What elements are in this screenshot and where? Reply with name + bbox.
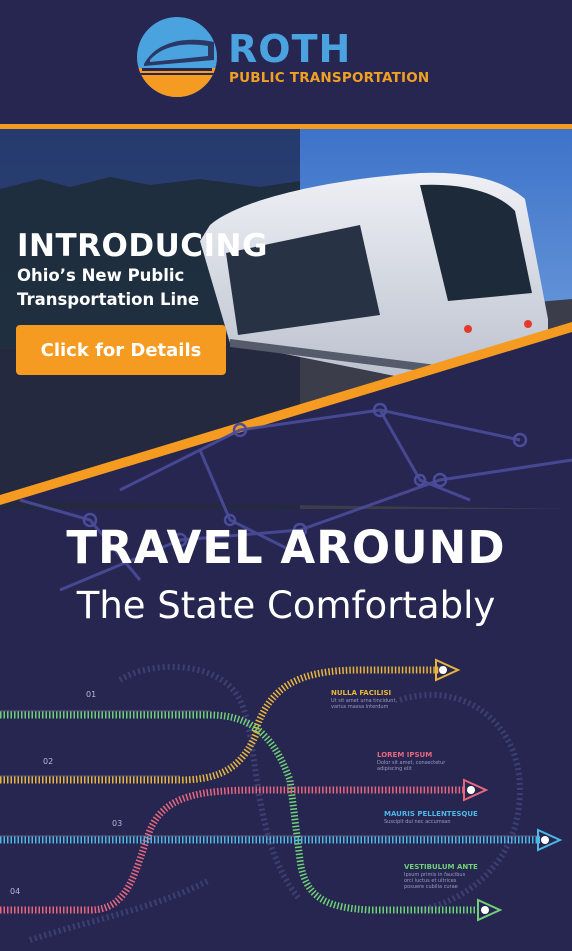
click-for-details-button[interactable]: Click for Details: [16, 325, 226, 375]
route-number-01: 01: [86, 690, 97, 699]
promo-subheadline: The State Comfortably: [76, 584, 496, 627]
brand-name: ROTH: [228, 27, 352, 71]
route-number-02: 02: [43, 757, 54, 766]
route-body-04: Ipsum primis in faucibus orci luctus et …: [404, 872, 466, 890]
brand-tagline: PUBLIC TRANSPORTATION: [229, 70, 430, 86]
header: ROTH PUBLIC TRANSPORTATION: [0, 0, 572, 124]
route-number-04: 04: [10, 887, 21, 896]
promo-headline: TRAVEL AROUND: [66, 521, 506, 574]
hero-subtitle: Ohio’s New Public Transportation Line: [17, 266, 200, 309]
route-body-02: Dolor sit amet, consectetur adipiscing e…: [377, 760, 446, 772]
route-title-02: LOREM IPSUM: [377, 751, 433, 759]
route-title-01: NULLA FACILISI: [331, 689, 392, 697]
route-body-03: Suscipit dui nec accumsan: [384, 819, 451, 825]
rail-routes-graphic: [0, 658, 563, 943]
route-body-01: Ut sit amet urna tincidunt, varius massa…: [331, 698, 397, 710]
route-title-04: VESTIBULUM ANTE: [404, 863, 478, 871]
route-title-03: MAURIS PELLENTESQUE: [384, 810, 478, 818]
train-logo-icon: [137, 17, 217, 97]
route-number-03: 03: [112, 819, 123, 828]
hero-title: INTRODUCING: [17, 228, 268, 264]
